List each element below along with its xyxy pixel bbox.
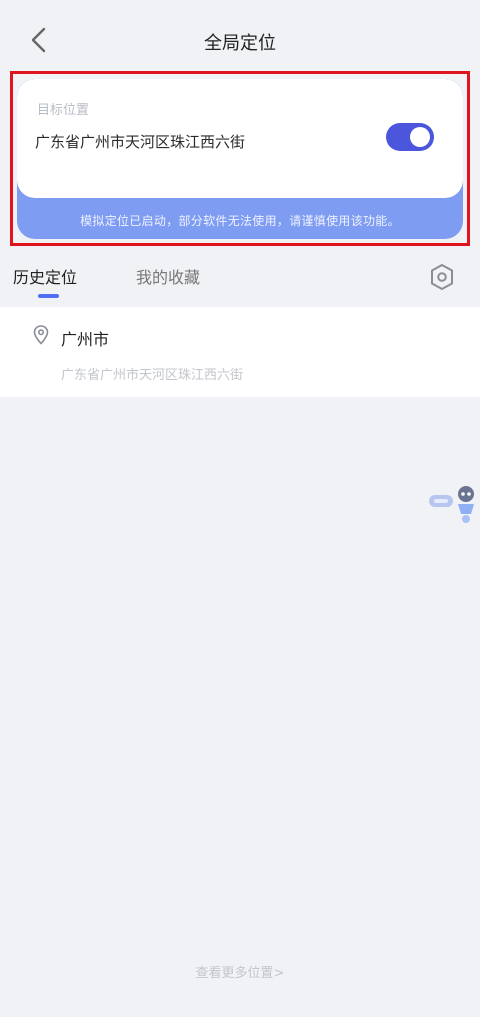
settings-hexagon-icon[interactable] xyxy=(429,263,455,291)
history-list: 广州市 广东省广州市天河区珠江西六街 xyxy=(0,307,480,397)
location-toggle[interactable] xyxy=(386,123,434,151)
target-card-body: 目标位置 广东省广州市天河区珠江西六街 xyxy=(17,79,463,198)
target-location-card: 目标位置 广东省广州市天河区珠江西六街 模拟定位已启动，部分软件无法使用，请谨慎… xyxy=(17,79,463,239)
history-item-address: 广东省广州市天河区珠江西六街 xyxy=(61,368,244,383)
target-label: 目标位置 xyxy=(37,103,90,118)
history-item[interactable]: 广州市 广东省广州市天河区珠江西六街 xyxy=(0,307,480,397)
tab-bar: 历史定位 我的收藏 xyxy=(0,252,480,304)
history-item-city: 广州市 xyxy=(61,330,110,349)
target-address[interactable]: 广东省广州市天河区珠江西六街 xyxy=(35,131,245,152)
location-pin-icon xyxy=(33,325,49,345)
view-more-locations-link[interactable]: 查看更多位置> xyxy=(0,962,480,981)
active-tab-indicator xyxy=(38,294,59,298)
tab-favorites[interactable]: 我的收藏 xyxy=(136,264,200,288)
simulation-notice: 模拟定位已启动，部分软件无法使用，请谨慎使用该功能。 xyxy=(80,214,400,228)
assistant-robot-icon[interactable] xyxy=(428,486,480,526)
toggle-knob xyxy=(410,127,430,147)
page-title: 全局定位 xyxy=(204,33,276,54)
tab-history[interactable]: 历史定位 xyxy=(13,264,77,288)
header-bar: 全局定位 xyxy=(0,0,480,70)
